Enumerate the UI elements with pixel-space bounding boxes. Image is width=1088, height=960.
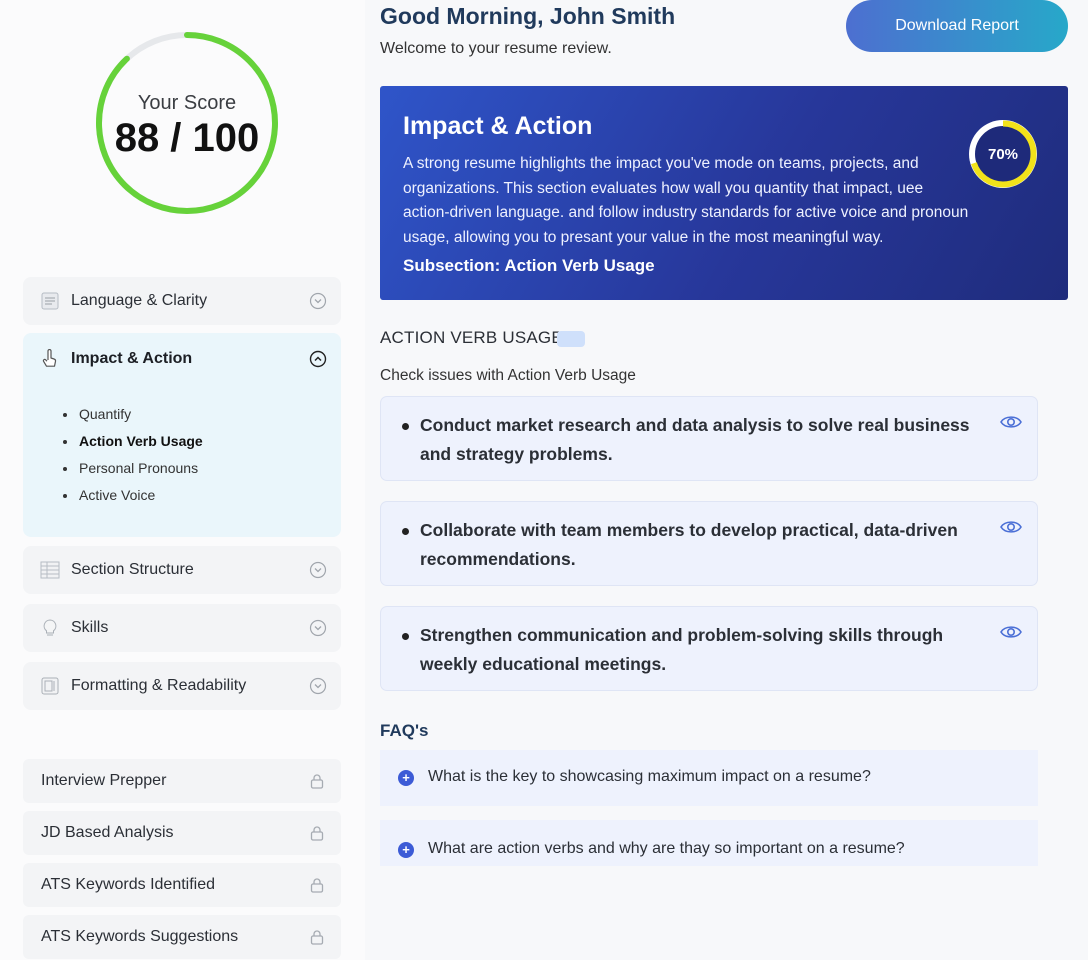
eye-icon[interactable] <box>999 518 1023 536</box>
sidebar-item-label: Section Structure <box>71 561 194 578</box>
score-value: 88 / 100 <box>114 116 260 160</box>
sidebar-item-impact-action: Impact & Action Quantify Action Verb Usa… <box>23 333 341 537</box>
page-title: Good Morning, John Smith <box>380 3 676 29</box>
welcome-text: Welcome to your resume review. <box>380 40 612 57</box>
sidebar-item-label: ATS Keywords Suggestions <box>41 928 239 945</box>
document-icon <box>39 290 61 312</box>
issue-text: Conduct market research and data analysi… <box>420 415 970 464</box>
sidebar-item-jd-based-analysis[interactable]: JD Based Analysis <box>23 811 341 855</box>
sidebar: Your Score 88 / 100 Language & Clarity I… <box>0 0 365 960</box>
banner-subsection: Subsection: Action Verb Usage <box>403 256 655 275</box>
banner-description: A strong resume highlights the impact yo… <box>403 155 969 246</box>
lock-icon <box>310 930 324 945</box>
download-report-button[interactable]: Download Report <box>846 0 1068 52</box>
sidebar-item-label: JD Based Analysis <box>41 824 174 841</box>
chevron-down-icon[interactable] <box>309 561 327 579</box>
hand-pointer-icon <box>39 348 61 370</box>
chevron-down-icon[interactable] <box>309 619 327 637</box>
subitem-active-voice[interactable]: Active Voice <box>63 482 341 509</box>
subitem-quantify[interactable]: Quantify <box>63 401 341 428</box>
layout-icon <box>39 675 61 697</box>
issue-text: Strengthen communication and problem-sol… <box>420 625 944 674</box>
faq-question: What are action verbs and why are thay s… <box>428 840 905 857</box>
section-title: ACTION VERB USAGE <box>380 328 563 347</box>
faq-question: What is the key to showcasing maximum im… <box>428 768 871 785</box>
eye-icon[interactable] <box>999 623 1023 641</box>
faq-heading: FAQ's <box>380 721 429 740</box>
issue-card: Conduct market research and data analysi… <box>380 396 1038 481</box>
sidebar-item-skills[interactable]: Skills <box>23 604 341 652</box>
sidebar-item-label: Interview Prepper <box>41 772 167 789</box>
score-label: Your Score <box>137 92 237 114</box>
plus-icon: + <box>398 770 414 786</box>
percent-label: 70% <box>987 145 1019 163</box>
section-banner: Impact & Action A strong resume highligh… <box>380 86 1068 300</box>
bullet-icon <box>402 633 409 640</box>
section-badge <box>557 331 585 347</box>
bullet-icon <box>402 528 409 535</box>
lock-icon <box>310 826 324 841</box>
lightbulb-icon <box>39 617 61 639</box>
sidebar-item-label: Formatting & Readability <box>71 677 247 694</box>
sidebar-item-label: Skills <box>71 619 109 636</box>
issue-text: Collaborate with team members to develop… <box>420 520 958 569</box>
chevron-down-icon[interactable] <box>309 292 327 310</box>
faq-item[interactable]: + What are action verbs and why are thay… <box>380 820 1038 866</box>
sidebar-item-interview-prepper[interactable]: Interview Prepper <box>23 759 341 803</box>
lock-icon <box>310 774 324 789</box>
sidebar-item-impact-action-header[interactable]: Impact & Action <box>23 333 341 385</box>
chevron-down-icon[interactable] <box>309 677 327 695</box>
table-icon <box>39 559 61 581</box>
sidebar-item-formatting-readability[interactable]: Formatting & Readability <box>23 662 341 710</box>
sidebar-item-label: ATS Keywords Identified <box>41 876 216 893</box>
sidebar-item-label: Impact & Action <box>71 350 193 367</box>
plus-icon: + <box>398 842 414 858</box>
sidebar-sublist: Quantify Action Verb Usage Personal Pron… <box>63 401 341 509</box>
chevron-up-icon[interactable] <box>309 350 327 368</box>
sidebar-item-label: Language & Clarity <box>71 292 208 309</box>
issue-card: Collaborate with team members to develop… <box>380 501 1038 586</box>
bullet-icon <box>402 423 409 430</box>
faq-item[interactable]: + What is the key to showcasing maximum … <box>380 750 1038 806</box>
issue-card: Strengthen communication and problem-sol… <box>380 606 1038 691</box>
section-description: Check issues with Action Verb Usage <box>380 367 636 384</box>
sidebar-item-ats-keywords-identified[interactable]: ATS Keywords Identified <box>23 863 341 907</box>
subitem-personal-pronouns[interactable]: Personal Pronouns <box>63 455 341 482</box>
score-ring: Your Score 88 / 100 <box>92 28 282 218</box>
sidebar-item-section-structure[interactable]: Section Structure <box>23 546 341 594</box>
lock-icon <box>310 878 324 893</box>
sidebar-item-language-clarity[interactable]: Language & Clarity <box>23 277 341 325</box>
subitem-action-verb-usage[interactable]: Action Verb Usage <box>63 428 341 455</box>
banner-title: Impact & Action <box>403 112 593 140</box>
sidebar-item-ats-keywords-suggestions[interactable]: ATS Keywords Suggestions <box>23 915 341 959</box>
main-content: Good Morning, John Smith Welcome to your… <box>365 0 1088 960</box>
eye-icon[interactable] <box>999 413 1023 431</box>
